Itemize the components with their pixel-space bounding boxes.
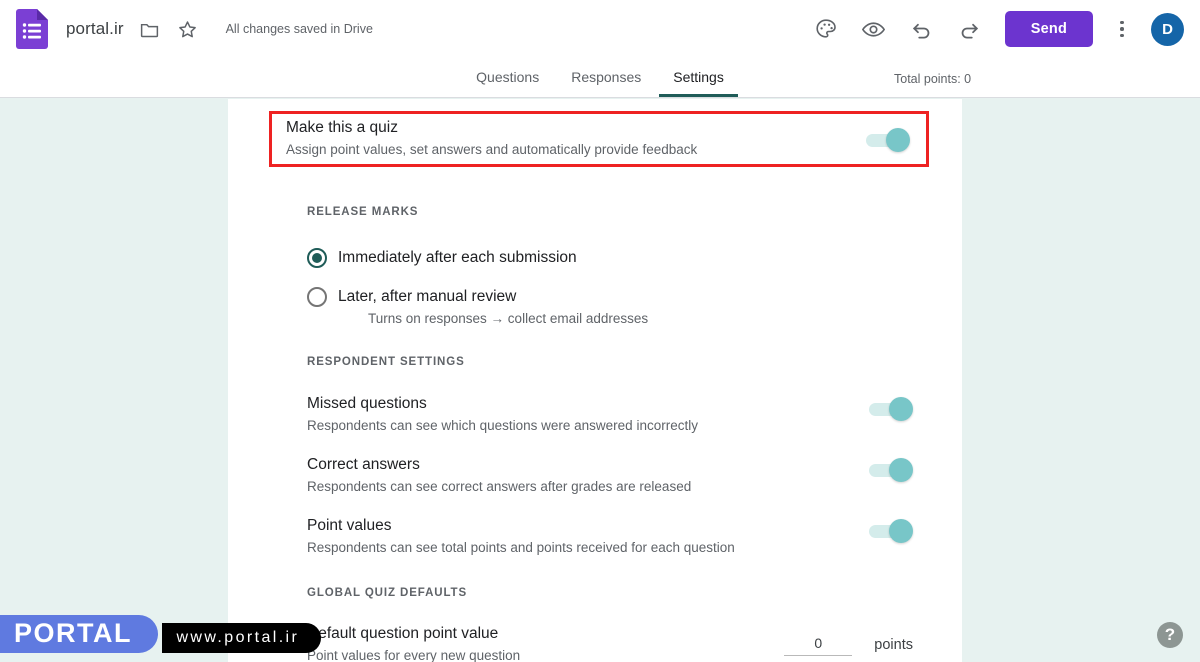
setting-missed-questions-title: Missed questions — [307, 393, 698, 414]
setting-point-values[interactable]: Point values Respondents can see total p… — [307, 515, 962, 558]
default-point-value-text: Default question point value Point value… — [307, 623, 520, 662]
folder-icon[interactable] — [138, 17, 162, 41]
toggle-thumb — [889, 397, 913, 421]
total-points-text: Total points: 0 — [894, 72, 971, 86]
setting-correct-answers[interactable]: Correct answers Respondents can see corr… — [307, 454, 962, 497]
setting-correct-answers-text: Correct answers Respondents can see corr… — [307, 454, 691, 497]
top-bar: portal.ir All changes saved in Drive — [0, 0, 1200, 58]
app-window: portal.ir All changes saved in Drive — [0, 0, 1200, 662]
respondent-settings-section: RESPONDENT SETTINGS Missed questions Res… — [228, 356, 962, 558]
tab-list: Questions Responses Settings — [462, 62, 738, 97]
setting-missed-questions-sub: Respondents can see which questions were… — [307, 416, 698, 436]
release-option-later[interactable]: Later, after manual review Turns on resp… — [307, 287, 962, 328]
default-point-value-control: points — [784, 633, 913, 656]
correct-answers-toggle[interactable] — [869, 462, 913, 478]
release-marks-section: RELEASE MARKS Immediately after each sub… — [228, 206, 962, 328]
settings-panel: Make this a quiz Assign point values, se… — [228, 99, 962, 662]
points-unit-label: points — [874, 637, 913, 653]
send-button[interactable]: Send — [1005, 11, 1093, 47]
default-point-value-input[interactable] — [784, 633, 852, 656]
release-option-later-label: Later, after manual review — [338, 287, 648, 307]
setting-point-values-title: Point values — [307, 515, 735, 536]
help-button[interactable]: ? — [1157, 622, 1183, 648]
global-quiz-defaults-heading: GLOBAL QUIZ DEFAULTS — [307, 587, 962, 599]
kebab-dot — [1120, 21, 1124, 25]
top-bar-actions: Send D — [813, 11, 1200, 47]
point-values-toggle[interactable] — [869, 523, 913, 539]
release-option-immediately-text: Immediately after each submission — [338, 248, 577, 268]
quiz-card-title: Make this a quiz — [286, 118, 697, 138]
make-this-a-quiz-card[interactable]: Make this a quiz Assign point values, se… — [269, 111, 929, 167]
make-this-a-quiz-toggle[interactable] — [866, 132, 910, 148]
toggle-thumb — [889, 458, 913, 482]
redo-icon[interactable] — [957, 16, 983, 42]
toggle-thumb — [889, 519, 913, 543]
palette-icon[interactable] — [813, 16, 839, 42]
default-point-value-title: Default question point value — [307, 623, 520, 644]
setting-missed-questions[interactable]: Missed questions Respondents can see whi… — [307, 393, 962, 436]
release-marks-heading: RELEASE MARKS — [307, 206, 962, 218]
toggle-thumb — [886, 128, 910, 152]
quiz-card-subtitle: Assign point values, set answers and aut… — [286, 140, 697, 160]
release-option-immediately[interactable]: Immediately after each submission — [307, 248, 962, 268]
tab-questions[interactable]: Questions — [462, 62, 553, 97]
release-option-later-sub: Turns on responses → collect email addre… — [368, 310, 648, 328]
setting-point-values-sub: Respondents can see total points and poi… — [307, 538, 735, 558]
radio-icon-later[interactable] — [307, 287, 327, 307]
content-background: Make this a quiz Assign point values, se… — [0, 99, 1200, 662]
watermark: PORTAL www.portal.ir — [0, 615, 321, 653]
release-option-later-text: Later, after manual review Turns on resp… — [338, 287, 648, 328]
kebab-dot — [1120, 27, 1124, 31]
quiz-card-text: Make this a quiz Assign point values, se… — [272, 118, 697, 160]
tab-responses[interactable]: Responses — [557, 62, 655, 97]
save-status-text: All changes saved in Drive — [226, 22, 373, 36]
setting-correct-answers-sub: Respondents can see correct answers afte… — [307, 477, 691, 497]
google-forms-icon[interactable] — [16, 9, 48, 49]
watermark-url: www.portal.ir — [162, 623, 321, 653]
setting-correct-answers-title: Correct answers — [307, 454, 691, 475]
global-quiz-defaults-section: GLOBAL QUIZ DEFAULTS Default question po… — [228, 587, 962, 662]
eye-icon[interactable] — [861, 16, 887, 42]
tab-settings[interactable]: Settings — [659, 62, 738, 97]
tab-bar: Questions Responses Settings Total point… — [0, 58, 1200, 98]
release-option-immediately-label: Immediately after each submission — [338, 248, 577, 268]
default-question-point-value-row[interactable]: Default question point value Point value… — [307, 623, 962, 662]
setting-point-values-text: Point values Respondents can see total p… — [307, 515, 735, 558]
kebab-dot — [1120, 34, 1124, 38]
respondent-settings-heading: RESPONDENT SETTINGS — [307, 356, 962, 368]
setting-missed-questions-text: Missed questions Respondents can see whi… — [307, 393, 698, 436]
watermark-brand: PORTAL — [0, 615, 158, 653]
star-icon[interactable] — [176, 17, 200, 41]
document-title[interactable]: portal.ir — [66, 19, 124, 39]
radio-icon-immediately[interactable] — [307, 248, 327, 268]
missed-questions-toggle[interactable] — [869, 401, 913, 417]
undo-icon[interactable] — [909, 16, 935, 42]
default-point-value-sub: Point values for every new question — [307, 646, 520, 662]
more-vertical-icon[interactable] — [1107, 14, 1137, 44]
avatar[interactable]: D — [1151, 13, 1184, 46]
